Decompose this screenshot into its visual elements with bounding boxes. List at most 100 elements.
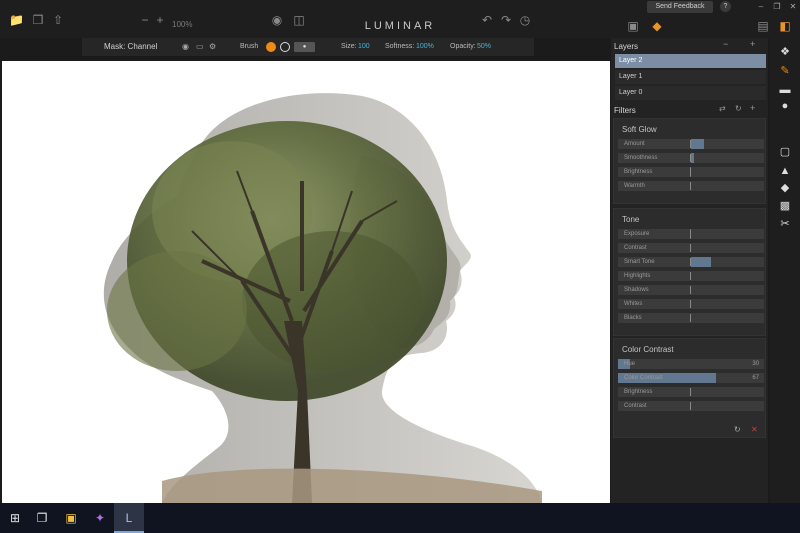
mask-title: Mask: Channel: [104, 42, 158, 51]
reset-filter-icon[interactable]: ↻: [734, 425, 741, 434]
share-icon[interactable]: ⇧: [51, 14, 65, 26]
filter-refresh-icon[interactable]: ↻: [735, 104, 742, 113]
clone-stamp-icon[interactable]: ▲: [779, 165, 791, 177]
scissors-icon[interactable]: ✂: [779, 218, 791, 230]
filter-sort-icon[interactable]: ⇄: [719, 104, 726, 113]
layer-row[interactable]: Layer 1: [615, 70, 766, 84]
filter-slider[interactable]: Whites: [618, 299, 764, 309]
windows-start-icon[interactable]: ⊞: [8, 511, 22, 525]
size-value[interactable]: 100: [358, 43, 370, 50]
slider-label: Shadows: [624, 287, 649, 293]
settings-icon[interactable]: ⚙: [209, 42, 216, 51]
send-feedback-button[interactable]: Send Feedback: [647, 1, 713, 13]
filter-slider[interactable]: Smoothness: [618, 153, 764, 163]
filter-slider[interactable]: Blacks: [618, 313, 764, 323]
slider-label: Brightness: [624, 389, 653, 395]
brush-options-button[interactable]: ●: [294, 42, 315, 52]
remove-filter-icon[interactable]: ✕: [751, 425, 758, 434]
filter-slider[interactable]: Smart Tone: [618, 257, 764, 267]
luminar-taskbar-button[interactable]: L: [114, 503, 144, 533]
paint-brush-toggle[interactable]: [266, 42, 276, 52]
slider-fill: [691, 257, 712, 267]
undo-icon[interactable]: ↶: [480, 14, 494, 26]
layers-title: Layers: [614, 42, 639, 51]
slider-center-mark: [690, 140, 691, 148]
add-filter-icon[interactable]: +: [750, 103, 755, 113]
slider-value: 67: [752, 375, 759, 381]
opacity-label: Opacity:: [450, 43, 476, 50]
slider-label: Highlights: [624, 273, 651, 279]
opacity-value[interactable]: 50%: [477, 43, 491, 50]
slider-label: Contrast: [624, 403, 647, 409]
visibility-icon[interactable]: ◉: [182, 42, 189, 51]
app-title: LUMINAR: [364, 20, 436, 32]
paint-brush-icon[interactable]: ✎: [779, 65, 791, 77]
radial-mask-icon[interactable]: ●: [779, 100, 791, 112]
zoom-out-icon[interactable]: −: [138, 14, 152, 26]
layers-stack-icon[interactable]: ❒: [31, 14, 45, 26]
filter-slider[interactable]: Contrast: [618, 243, 764, 253]
double-exposure-image: [103, 93, 542, 503]
slider-center-mark: [690, 154, 691, 162]
close-button[interactable]: ✕: [786, 1, 800, 13]
add-layer-icon[interactable]: +: [750, 39, 755, 49]
layers-icon[interactable]: ◆: [650, 20, 664, 32]
zoom-in-icon[interactable]: +: [153, 14, 167, 26]
size-label: Size:: [341, 43, 357, 50]
gradient-mask-icon[interactable]: ▬: [779, 84, 791, 96]
erase-brush-toggle[interactable]: [280, 42, 290, 52]
filter-slider[interactable]: Contrast: [618, 401, 764, 411]
remove-layer-icon[interactable]: −: [723, 39, 728, 49]
filter-slider[interactable]: Shadows: [618, 285, 764, 295]
top-toolbar: 📁 ❒ ⇧ − + 100% ◉ ◫ LUMINAR ↶ ↷ ◷ ▣ ◆ ▤ ◧…: [0, 0, 800, 38]
compare-icon[interactable]: ◫: [292, 14, 306, 26]
eye-icon[interactable]: ◉: [270, 14, 284, 26]
redo-icon[interactable]: ↷: [499, 14, 513, 26]
layer-row[interactable]: Layer 0: [615, 86, 766, 100]
minimize-button[interactable]: –: [754, 1, 768, 13]
filter-slider[interactable]: Amount: [618, 139, 764, 149]
restore-button[interactable]: ❐: [770, 1, 784, 13]
panel-layout-icon[interactable]: ▤: [756, 20, 770, 32]
slider-label: Exposure: [624, 231, 650, 237]
layer-row[interactable]: Layer 2: [615, 54, 766, 68]
file-explorer-icon[interactable]: ▣: [64, 511, 78, 525]
feather-app-icon[interactable]: ✦: [93, 511, 107, 525]
brush-tool-icon[interactable]: ❖: [779, 46, 791, 58]
filter-slider[interactable]: Hue 30: [618, 359, 764, 369]
filter-slider[interactable]: Exposure: [618, 229, 764, 239]
filter-title[interactable]: Soft Glow: [622, 125, 657, 134]
filter-slider[interactable]: Warmth: [618, 181, 764, 191]
brush-label: Brush: [240, 43, 259, 50]
help-button[interactable]: ?: [720, 1, 731, 12]
slider-center-mark: [690, 272, 691, 280]
denoise-icon[interactable]: ▩: [779, 200, 791, 212]
trash-icon[interactable]: ▭: [196, 42, 204, 51]
slider-fill: [691, 153, 694, 163]
eraser-icon[interactable]: ◆: [779, 182, 791, 194]
folder-icon[interactable]: 📁: [9, 14, 24, 26]
crop-icon[interactable]: ▢: [779, 146, 791, 158]
filter-slider[interactable]: Brightness: [618, 387, 764, 397]
filter-slider[interactable]: Brightness: [618, 167, 764, 177]
filter-title[interactable]: Tone: [622, 215, 639, 224]
slider-label: Contrast: [624, 245, 647, 251]
filter-title[interactable]: Color Contrast: [622, 345, 674, 354]
slider-label: Whites: [624, 301, 643, 307]
tool-strip: ❖ ✎ ▬ ● ▢ ▲ ◆ ▩ ✂: [770, 38, 800, 503]
softness-value[interactable]: 100%: [416, 43, 434, 50]
slider-center-mark: [690, 244, 691, 252]
slider-center-mark: [690, 230, 691, 238]
slider-label: Warmth: [624, 183, 645, 189]
filter-slider[interactable]: Highlights: [618, 271, 764, 281]
zoom-level[interactable]: 100%: [172, 20, 192, 29]
sidebar-toggle-icon[interactable]: ◧: [778, 20, 792, 32]
right-panel: Layers − + Layer 2 Layer 1 Layer 0 Filters…: [611, 38, 768, 503]
slider-center-mark: [690, 182, 691, 190]
slider-center-mark: [690, 168, 691, 176]
history-icon[interactable]: ◷: [518, 14, 532, 26]
image-canvas[interactable]: [2, 61, 610, 503]
filter-slider[interactable]: Color Contrast 67: [618, 373, 764, 383]
image-icon[interactable]: ▣: [626, 20, 640, 32]
task-view-icon[interactable]: ❐: [35, 511, 49, 525]
